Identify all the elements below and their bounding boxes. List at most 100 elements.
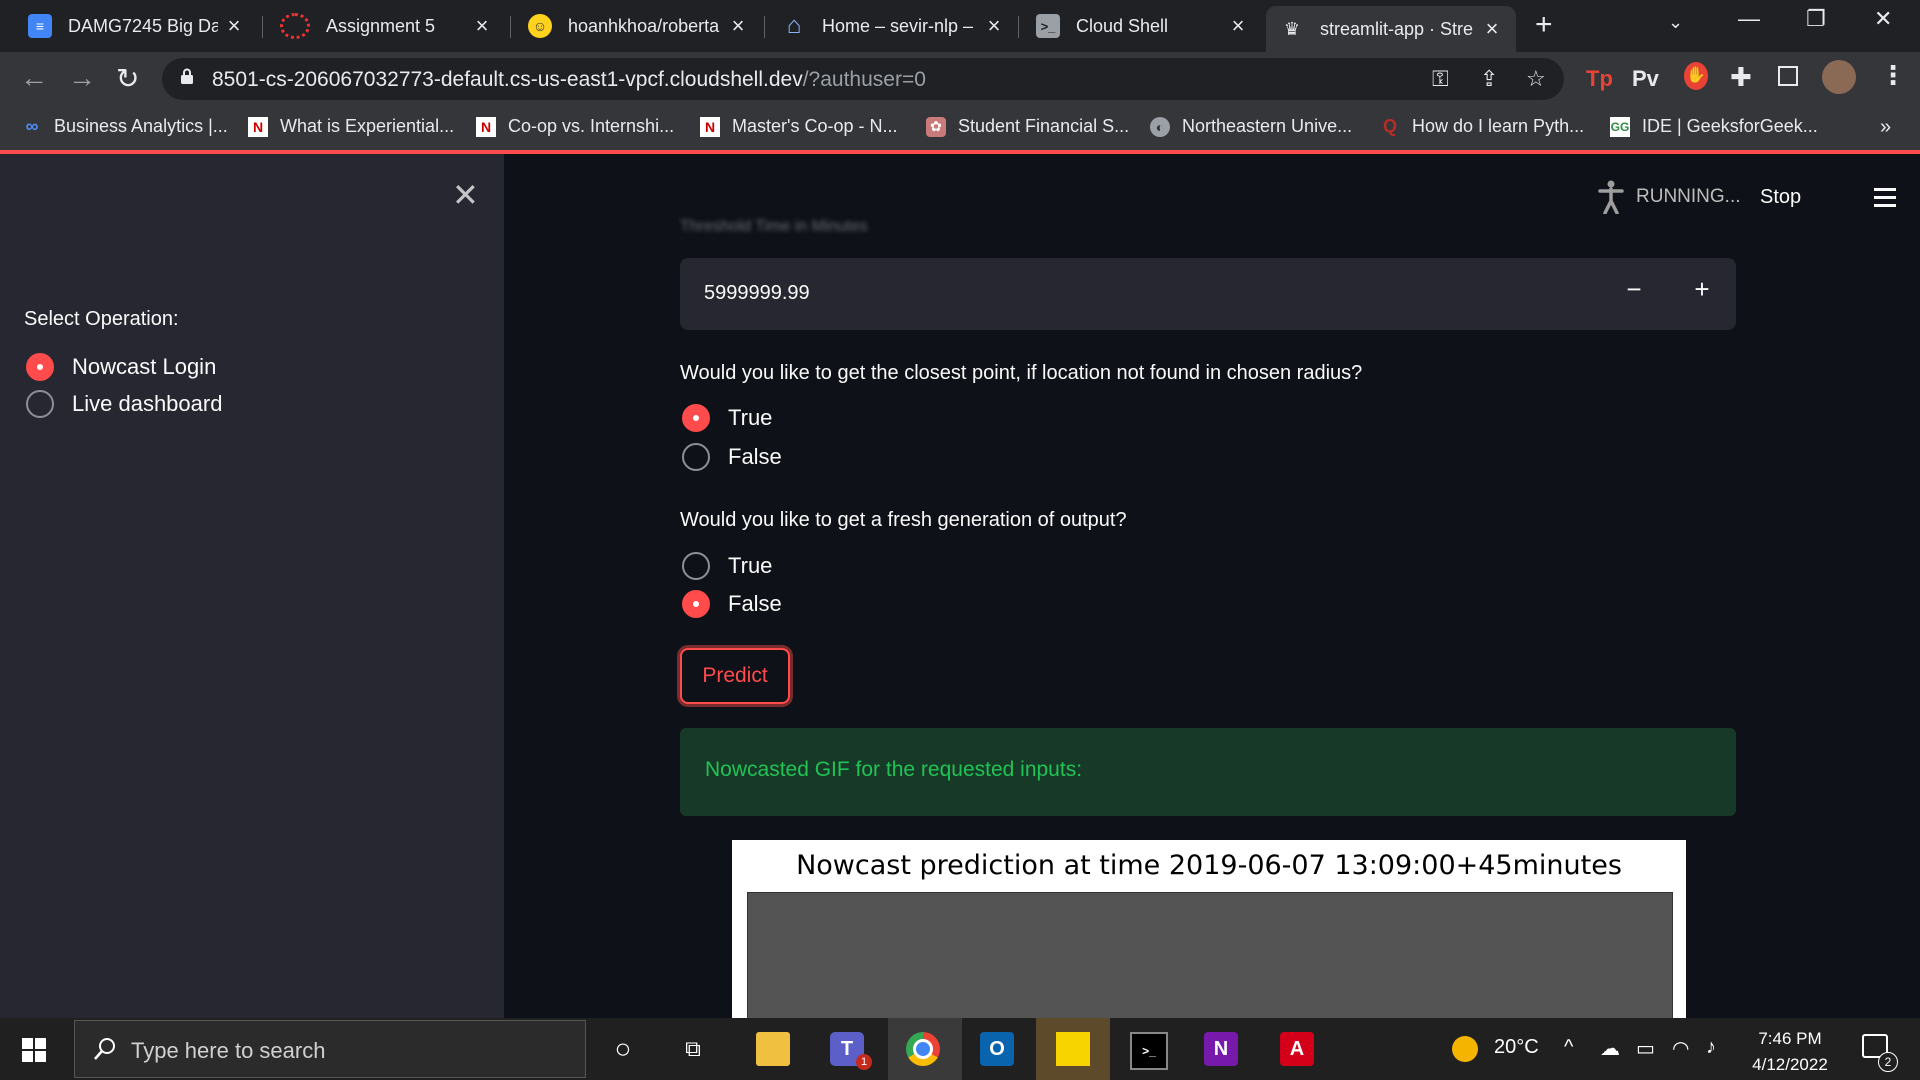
radio-closest-true[interactable]: True bbox=[682, 404, 772, 432]
tab-damg7245[interactable]: ≡ DAMG7245 Big Dat × bbox=[14, 6, 258, 46]
clock-time: 7:46 PM bbox=[1758, 1029, 1822, 1048]
chrome-menu-icon[interactable]: ⋮ bbox=[1880, 60, 1906, 91]
quora-icon: Q bbox=[1382, 116, 1397, 136]
outlook-icon[interactable]: O bbox=[980, 1032, 1014, 1066]
increment-button[interactable]: + bbox=[1668, 274, 1736, 314]
battery-icon[interactable]: ▭ bbox=[1636, 1036, 1655, 1061]
show-hidden-icons-chevron-icon[interactable]: ^ bbox=[1564, 1036, 1573, 1059]
success-alert: Nowcasted GIF for the requested inputs: bbox=[680, 728, 1736, 816]
bookmark-northeastern-university[interactable]: ◐ Northeastern Unive... bbox=[1150, 116, 1352, 137]
tab-huggingface[interactable]: ☺ hoanhkhoa/roberta × bbox=[514, 6, 762, 46]
predict-button[interactable]: Predict bbox=[680, 648, 790, 704]
northeastern-icon: N bbox=[700, 116, 720, 137]
close-tab-icon[interactable]: × bbox=[472, 13, 492, 39]
chrome-icon[interactable] bbox=[906, 1032, 940, 1066]
sun-weather-icon[interactable] bbox=[1452, 1036, 1478, 1062]
onenote-icon[interactable]: N bbox=[1204, 1032, 1238, 1066]
onedrive-cloud-icon[interactable]: ☁ bbox=[1600, 1036, 1620, 1061]
close-tab-icon[interactable]: × bbox=[224, 13, 244, 39]
bookmark-geeksforgeeks[interactable]: GG IDE | GeeksforGeek... bbox=[1610, 116, 1818, 137]
extensions-puzzle-icon[interactable]: ✚ bbox=[1730, 62, 1752, 93]
radio-live-dashboard[interactable]: Live dashboard bbox=[26, 390, 222, 418]
bookmarks-bar: ∞ Business Analytics |... N What is Expe… bbox=[0, 106, 1920, 150]
search-icon bbox=[94, 1038, 115, 1060]
close-tab-icon[interactable]: × bbox=[1482, 16, 1502, 42]
radio-closest-false[interactable]: False bbox=[682, 443, 782, 471]
more-bookmarks-icon[interactable]: » bbox=[1880, 116, 1891, 139]
url-text: 8501-cs-206067032773-default.cs-us-east1… bbox=[212, 68, 926, 92]
close-tab-icon[interactable]: × bbox=[728, 13, 748, 39]
address-bar[interactable]: 8501-cs-206067032773-default.cs-us-east1… bbox=[162, 58, 1564, 100]
radio-label: True bbox=[728, 553, 773, 578]
weather-temp[interactable]: 20°C bbox=[1494, 1036, 1539, 1059]
close-sidebar-icon[interactable]: ✕ bbox=[452, 176, 479, 214]
windows-taskbar: Type here to search ○ ⧉ T 1 O >_ N A 20°… bbox=[0, 1018, 1920, 1080]
wifi-icon[interactable]: ◠ bbox=[1672, 1036, 1689, 1061]
threshold-value[interactable]: 5999999.99 bbox=[704, 282, 810, 305]
radio-selected-icon bbox=[26, 353, 54, 381]
taskbar-search-box[interactable]: Type here to search bbox=[74, 1020, 586, 1078]
radio-fresh-true[interactable]: True bbox=[682, 552, 772, 580]
radio-selected-icon bbox=[682, 590, 710, 618]
restore-icon[interactable]: ❐ bbox=[1806, 6, 1826, 32]
forward-arrow-icon[interactable]: → bbox=[68, 62, 96, 94]
windows-start-icon[interactable] bbox=[22, 1038, 46, 1062]
threshold-number-input[interactable]: 5999999.99 − + bbox=[680, 258, 1736, 330]
radio-fresh-false[interactable]: False bbox=[682, 590, 782, 618]
sticky-notes-icon[interactable] bbox=[1056, 1032, 1090, 1066]
radio-unselected-icon bbox=[682, 552, 710, 580]
tab-home-sevir[interactable]: ⌂ Home – sevir-nlp – × bbox=[768, 6, 1018, 46]
new-tab-button[interactable]: + bbox=[1535, 8, 1553, 42]
side-panel-icon[interactable] bbox=[1778, 66, 1798, 86]
radio-label: False bbox=[728, 591, 782, 616]
terminal-icon[interactable]: >_ bbox=[1130, 1032, 1168, 1070]
stop-button[interactable]: Stop bbox=[1760, 186, 1801, 209]
bookmark-experiential[interactable]: N What is Experiential... bbox=[248, 116, 454, 137]
huggingface-icon: ☺ bbox=[528, 14, 552, 38]
bookmark-coop-vs-internship[interactable]: N Co-op vs. Internshi... bbox=[476, 116, 674, 137]
minimize-icon[interactable]: — bbox=[1738, 6, 1760, 32]
reload-icon[interactable]: ↻ bbox=[116, 62, 139, 95]
bookmark-masters-coop[interactable]: N Master's Co-op - N... bbox=[700, 116, 897, 137]
bookmark-learn-python[interactable]: Q How do I learn Pyth... bbox=[1380, 116, 1584, 137]
bookmark-star-icon[interactable]: ☆ bbox=[1526, 66, 1546, 92]
stop-hand-extension-icon[interactable]: ✋ bbox=[1684, 62, 1708, 90]
close-tab-icon[interactable]: × bbox=[1228, 13, 1248, 39]
back-arrow-icon[interactable]: ← bbox=[20, 62, 48, 94]
close-tab-icon[interactable]: × bbox=[984, 13, 1004, 39]
radio-label: Nowcast Login bbox=[72, 354, 217, 379]
url-path: /?authuser=0 bbox=[802, 68, 926, 91]
tab-search-chevron-icon[interactable]: ⌄ bbox=[1668, 12, 1683, 33]
hamburger-menu-icon[interactable] bbox=[1874, 188, 1896, 208]
task-view-icon[interactable]: ⧉ bbox=[676, 1032, 710, 1066]
tab-assignment-5[interactable]: Assignment 5 × bbox=[266, 6, 506, 46]
nowcast-plot-area bbox=[747, 892, 1673, 1018]
tab-separator bbox=[262, 16, 263, 38]
acrobat-icon[interactable]: A bbox=[1280, 1032, 1314, 1066]
tp-extension-icon[interactable]: Tp bbox=[1586, 66, 1613, 92]
browser-toolbar: ← → ↻ 8501-cs-206067032773-default.cs-us… bbox=[0, 52, 1920, 106]
pv-extension-icon[interactable]: Pv bbox=[1632, 66, 1659, 92]
window-close-icon[interactable]: ✕ bbox=[1874, 6, 1892, 32]
running-person-icon bbox=[1598, 180, 1624, 214]
radio-nowcast-login[interactable]: Nowcast Login bbox=[26, 353, 216, 381]
key-icon[interactable]: ⚿ bbox=[1432, 66, 1449, 92]
tab-streamlit-app[interactable]: ♛ streamlit-app · Stre × bbox=[1266, 6, 1516, 52]
profile-avatar[interactable] bbox=[1822, 60, 1856, 94]
northeastern-icon: N bbox=[476, 116, 496, 137]
closest-point-question: Would you like to get the closest point,… bbox=[680, 362, 1363, 384]
bookmark-student-financial[interactable]: ✿ Student Financial S... bbox=[926, 116, 1129, 137]
tab-cloud-shell[interactable]: >_ Cloud Shell × bbox=[1022, 6, 1262, 46]
streamlit-icon: ♛ bbox=[1283, 18, 1301, 39]
globe-icon: ◐ bbox=[1150, 116, 1170, 137]
url-host: 8501-cs-206067032773-default.cs-us-east1… bbox=[212, 68, 803, 91]
file-explorer-icon[interactable] bbox=[756, 1032, 790, 1066]
share-icon[interactable]: ⇪ bbox=[1480, 66, 1498, 92]
cortana-icon[interactable]: ○ bbox=[606, 1032, 640, 1066]
radio-selected-icon bbox=[682, 404, 710, 432]
system-clock[interactable]: 7:46 PM 4/12/2022 bbox=[1740, 1026, 1840, 1078]
bookmark-business-analytics[interactable]: ∞ Business Analytics |... bbox=[22, 116, 228, 137]
decrement-button[interactable]: − bbox=[1600, 274, 1668, 314]
volume-icon[interactable]: ♪ bbox=[1706, 1036, 1716, 1059]
search-placeholder: Type here to search bbox=[131, 1038, 326, 1063]
